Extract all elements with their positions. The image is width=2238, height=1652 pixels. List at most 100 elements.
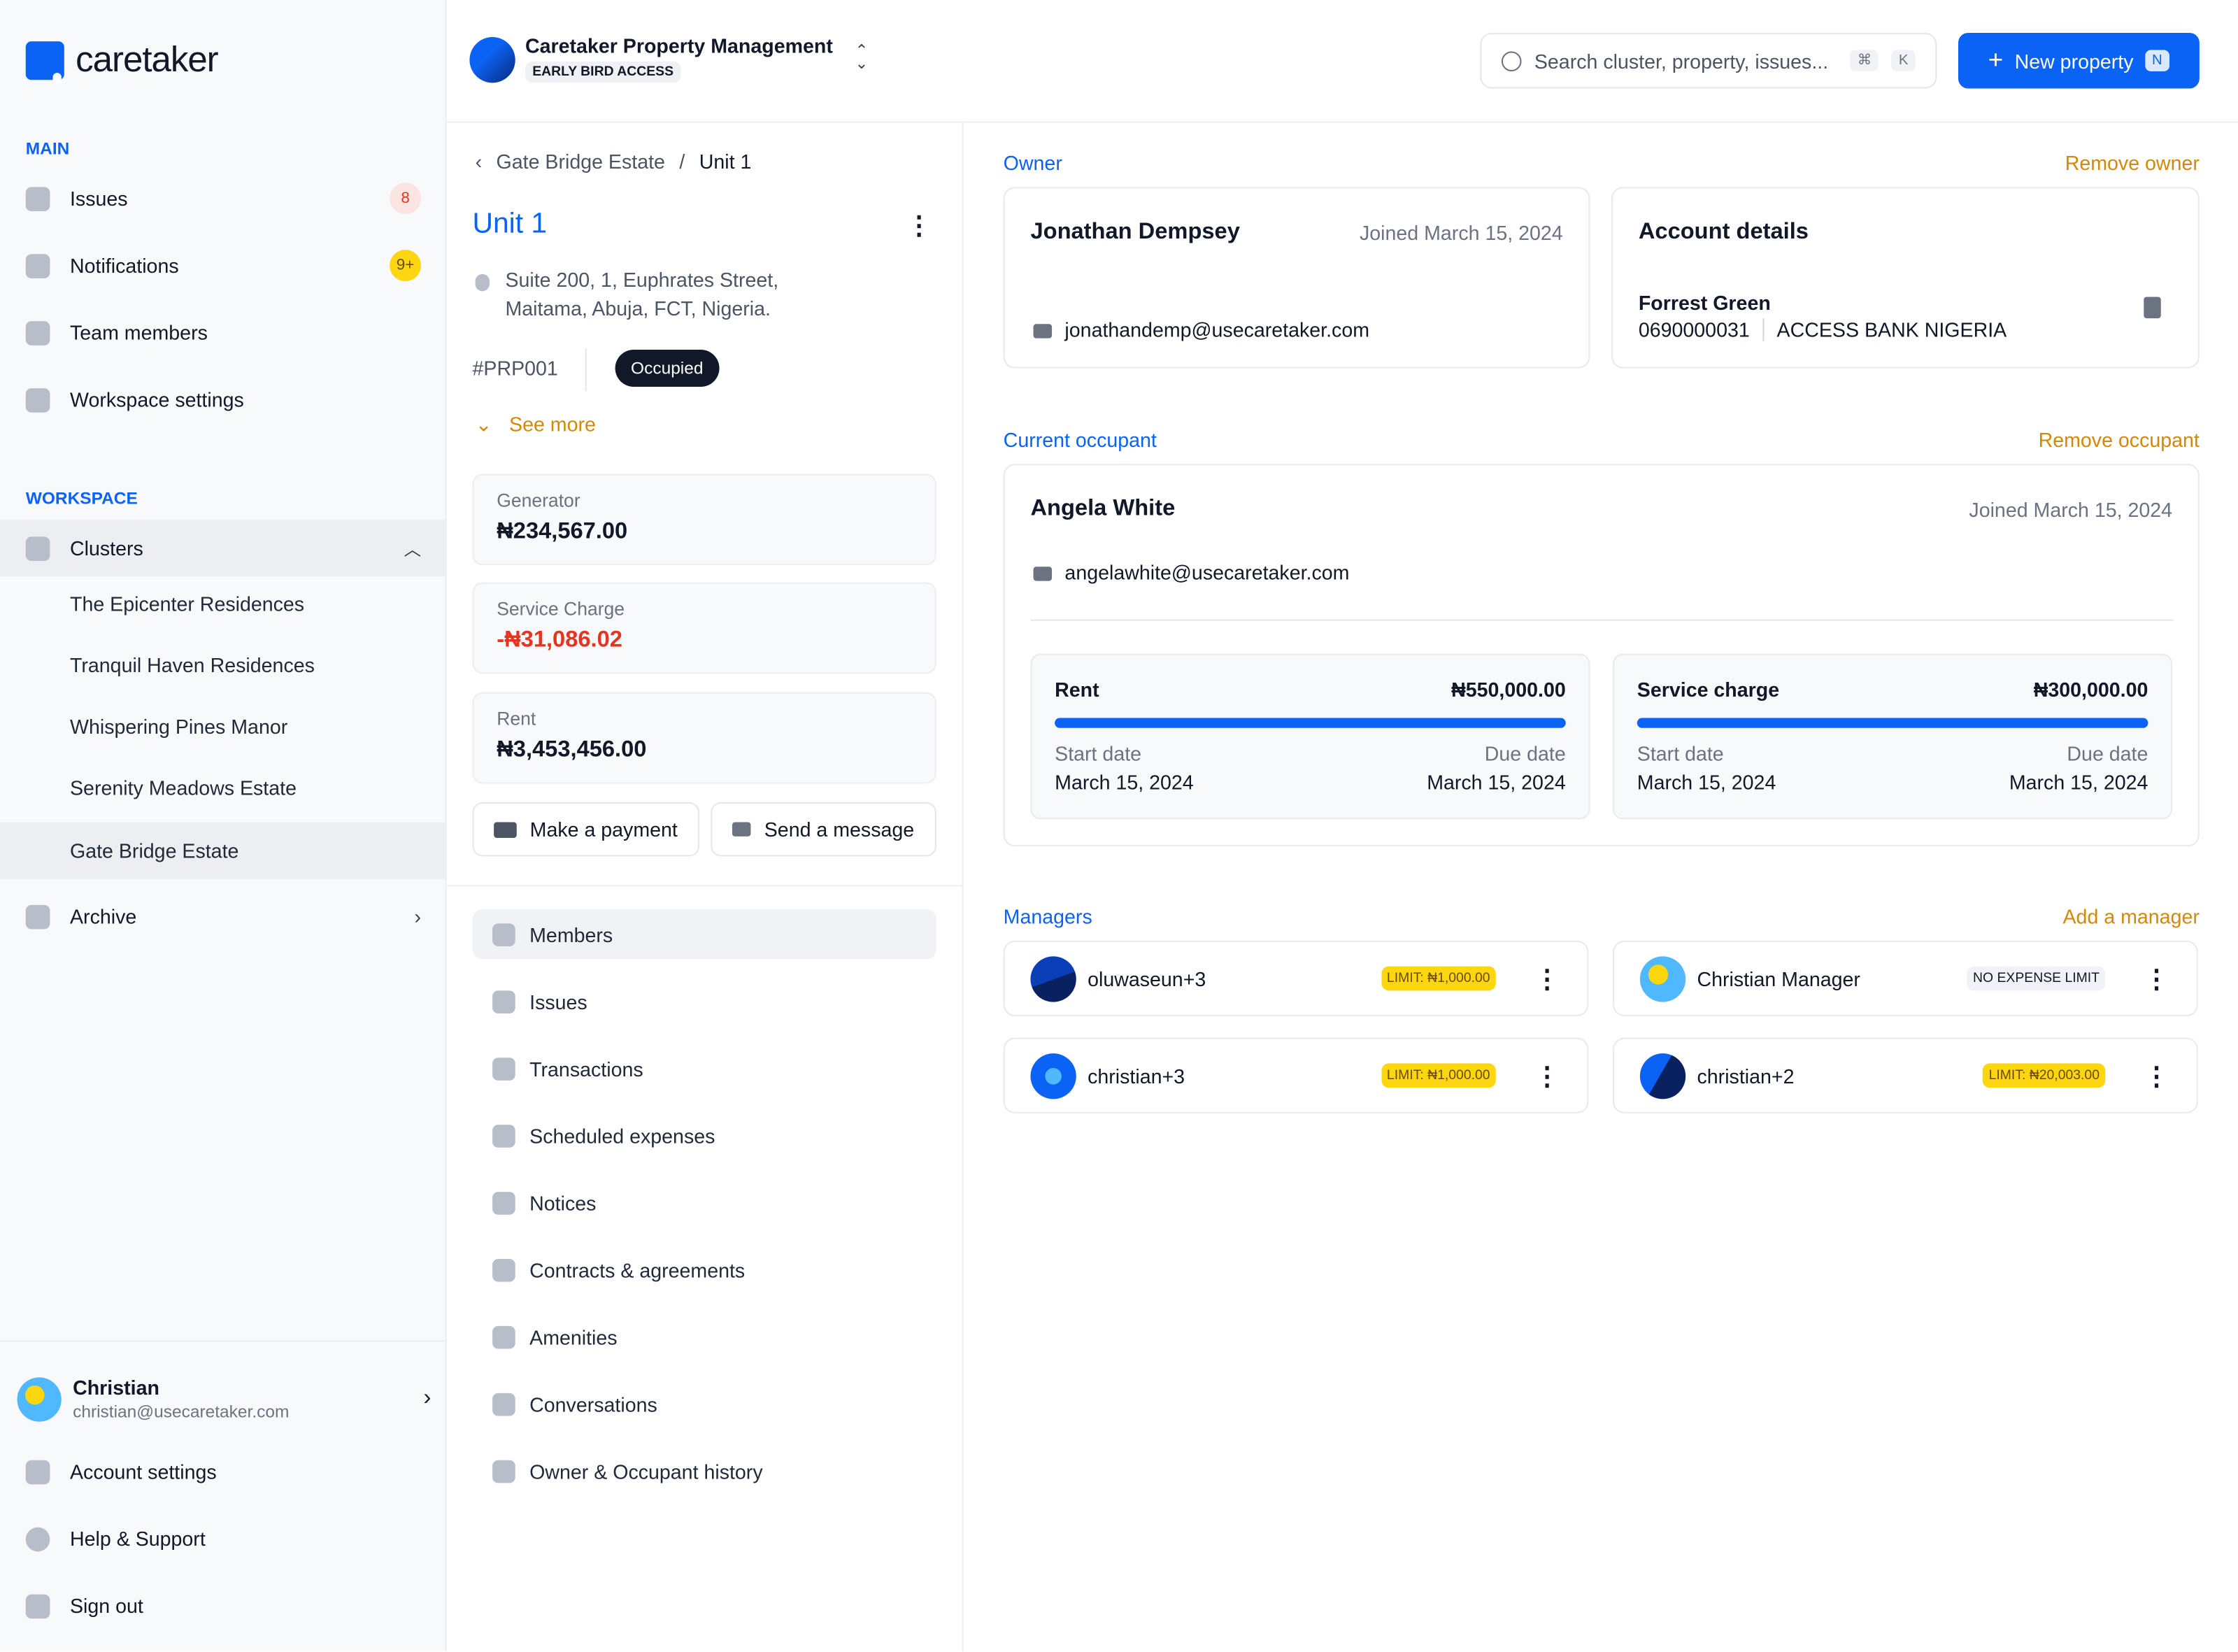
envelope-icon bbox=[732, 822, 752, 836]
lifebuoy-icon bbox=[25, 1526, 50, 1551]
occupant-joined: Joined March 15, 2024 bbox=[1969, 498, 2173, 521]
issues-badge: 8 bbox=[390, 183, 422, 215]
remove-owner-link[interactable]: Remove owner bbox=[2065, 151, 2200, 174]
logo[interactable]: caretaker bbox=[25, 40, 219, 85]
sidebar-item-workspace-settings[interactable]: Workspace settings bbox=[0, 371, 447, 429]
sidebar-item-account-settings[interactable]: Account settings bbox=[0, 1443, 447, 1500]
sidebar-item-clusters[interactable]: Clusters ︿ bbox=[0, 519, 447, 577]
send-message-button[interactable]: Send a message bbox=[711, 802, 936, 857]
menu-item-transactions[interactable]: Transactions bbox=[473, 1044, 936, 1093]
menu-item-notices[interactable]: Notices bbox=[473, 1178, 936, 1227]
users-icon bbox=[25, 320, 50, 345]
back-chevron-icon[interactable]: ‹ bbox=[476, 150, 483, 173]
breadcrumb: ‹ Gate Bridge Estate / Unit 1 bbox=[475, 150, 752, 173]
issues-icon bbox=[492, 990, 515, 1013]
cluster-item[interactable]: Whispering Pines Manor bbox=[0, 698, 447, 755]
logo-icon bbox=[25, 41, 64, 85]
cluster-item[interactable]: Tranquil Haven Residences bbox=[0, 636, 447, 694]
owner-joined: Joined March 15, 2024 bbox=[1359, 221, 1563, 244]
search-input[interactable]: Search cluster, property, issues... ⌘ K bbox=[1480, 32, 1937, 89]
issues-icon bbox=[25, 186, 50, 211]
avatar bbox=[1030, 1053, 1076, 1099]
avatar bbox=[17, 1376, 62, 1421]
receipt-icon bbox=[492, 1057, 515, 1080]
remove-occupant-link[interactable]: Remove occupant bbox=[2039, 428, 2200, 451]
sidebar-item-help-support[interactable]: Help & Support bbox=[0, 1510, 447, 1567]
make-payment-button[interactable]: Make a payment bbox=[472, 802, 699, 857]
menu-item-issues[interactable]: Issues bbox=[473, 976, 936, 1026]
plus-icon: + bbox=[1988, 45, 2004, 75]
new-property-button[interactable]: + New property N bbox=[1958, 32, 2200, 89]
menu-item-members[interactable]: Members bbox=[472, 909, 936, 960]
menu-item-contracts[interactable]: Contracts & agreements bbox=[473, 1245, 936, 1295]
cluster-item[interactable]: Serenity Meadows Estate bbox=[0, 760, 447, 817]
manager-item[interactable]: christian+3 LIMIT: ₦1,000.00 ⋮ bbox=[1003, 1037, 1589, 1113]
kbd-cmd: ⌘ bbox=[1850, 50, 1879, 72]
account-holder: Forrest Green bbox=[1638, 291, 1771, 314]
address: Suite 200, 1, Euphrates Street, Maitama, … bbox=[505, 268, 779, 320]
limit-badge: NO EXPENSE LIMIT bbox=[1967, 966, 2106, 991]
more-options-icon[interactable]: ⋮ bbox=[906, 211, 932, 241]
account-details-title: Account details bbox=[1638, 220, 1809, 244]
menu-item-conversations[interactable]: Conversations bbox=[473, 1379, 936, 1428]
cluster-item[interactable]: The Epicenter Residences bbox=[0, 575, 447, 632]
owner-section-title: Owner bbox=[1003, 151, 1062, 174]
sidebar-item-archive[interactable]: Archive › bbox=[0, 888, 447, 945]
more-options-icon: ⋮ bbox=[2144, 964, 2170, 993]
details-panel: Owner Remove owner Jonathan Dempsey Join… bbox=[1003, 123, 2200, 1652]
owner-name: Jonathan Dempsey bbox=[1030, 220, 1240, 244]
managers-section-title: Managers bbox=[1003, 904, 1092, 928]
sidebar-item-sign-out[interactable]: Sign out bbox=[0, 1577, 447, 1635]
divider bbox=[585, 348, 587, 392]
trash-icon[interactable] bbox=[2144, 297, 2161, 319]
users-icon bbox=[492, 1459, 515, 1483]
menu-item-history[interactable]: Owner & Occupant history bbox=[473, 1446, 936, 1495]
envelope-icon bbox=[1033, 324, 1053, 339]
topbar: Caretaker Property Management EARLY BIRD… bbox=[446, 0, 2238, 123]
rent-progress-bar bbox=[1055, 718, 1566, 728]
manager-item[interactable]: Christian Manager NO EXPENSE LIMIT ⋮ bbox=[1613, 940, 2198, 1017]
limit-badge: LIMIT: ₦1,000.00 bbox=[1381, 1063, 1496, 1088]
stat-rent: Rent ₦3,453,456.00 bbox=[472, 692, 936, 784]
manager-item[interactable]: oluwaseun+3 LIMIT: ₦1,000.00 ⋮ bbox=[1003, 940, 1589, 1017]
sidebar-item-notifications[interactable]: Notifications 9+ bbox=[0, 237, 447, 294]
org-avatar bbox=[469, 37, 515, 83]
workspace-section-label: WORKSPACE bbox=[25, 487, 138, 508]
stat-generator: Generator ₦234,567.00 bbox=[472, 473, 936, 566]
see-more-toggle[interactable]: ⌄ See more bbox=[476, 413, 596, 437]
sliders-icon bbox=[25, 387, 50, 412]
building-icon bbox=[25, 536, 50, 561]
more-options-icon: ⋮ bbox=[1534, 964, 1560, 993]
user-icon bbox=[25, 1459, 50, 1484]
cluster-item-selected[interactable]: Gate Bridge Estate bbox=[0, 822, 447, 880]
user-profile[interactable]: Christian christian@usecaretaker.com › bbox=[17, 1370, 431, 1427]
document-icon bbox=[492, 1258, 515, 1281]
main-section-label: MAIN bbox=[25, 138, 70, 159]
menu-item-scheduled-expenses[interactable]: Scheduled expenses bbox=[473, 1111, 936, 1160]
location-pin-icon bbox=[475, 273, 490, 292]
org-name[interactable]: Caretaker Property Management bbox=[525, 34, 833, 57]
occupant-email: angelawhite@usecaretaker.com bbox=[1033, 561, 1349, 584]
add-manager-link[interactable]: Add a manager bbox=[2062, 905, 2199, 928]
more-options-icon: ⋮ bbox=[1534, 1061, 1560, 1090]
property-panel: ‹ Gate Bridge Estate / Unit 1 Unit 1 ⋮ Suit… bbox=[446, 122, 964, 1652]
archive-icon bbox=[25, 904, 50, 929]
sign-out-icon bbox=[25, 1593, 50, 1618]
sidebar-item-team-members[interactable]: Team members bbox=[0, 304, 447, 362]
user-name: Christian bbox=[73, 1376, 159, 1399]
menu-item-amenities[interactable]: Amenities bbox=[473, 1311, 936, 1361]
limit-badge: LIMIT: ₦1,000.00 bbox=[1381, 966, 1496, 991]
property-code: #PRP001 bbox=[472, 357, 558, 380]
breadcrumb-link[interactable]: Gate Bridge Estate bbox=[497, 150, 665, 173]
chevron-up-icon: ︿ bbox=[404, 539, 422, 559]
service-charge-payment-card: Service charge ₦300,000.00 Start date Due … bbox=[1613, 653, 2173, 820]
owner-email: jonathandemp@usecaretaker.com bbox=[1033, 318, 1369, 341]
manager-item[interactable]: christian+2 LIMIT: ₦20,003.00 ⋮ bbox=[1613, 1037, 2198, 1113]
avatar bbox=[1639, 1053, 1686, 1099]
divider bbox=[1030, 619, 2174, 621]
avatar bbox=[1030, 955, 1076, 1002]
notifications-badge: 9+ bbox=[390, 250, 422, 282]
sidebar-item-issues[interactable]: Issues 8 bbox=[0, 170, 447, 227]
chat-bubble-icon bbox=[25, 253, 50, 278]
switch-org-chevron-icon[interactable]: ⌃ ⌄ bbox=[855, 43, 868, 72]
